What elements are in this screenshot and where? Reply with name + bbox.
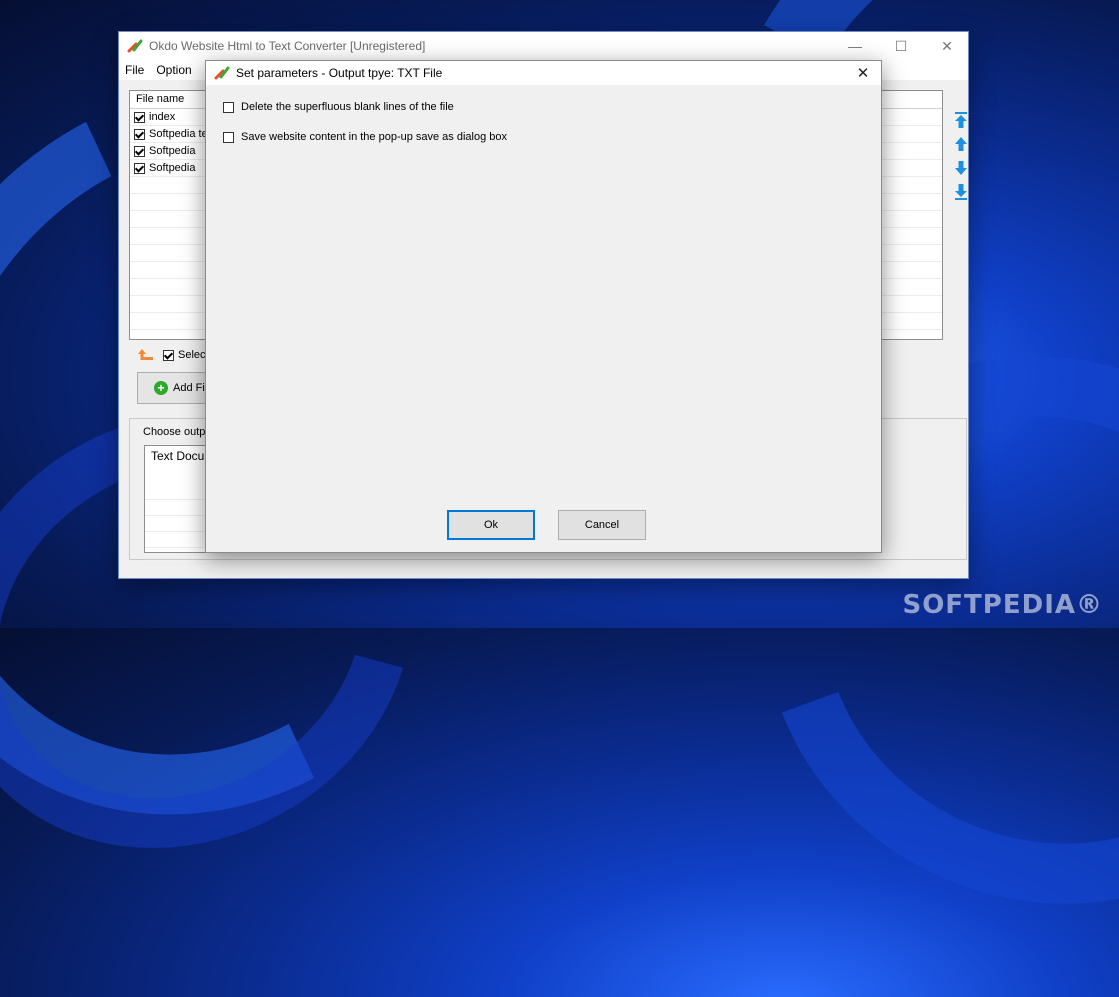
select-all-row: Selec bbox=[137, 348, 206, 362]
save-popup-dialog-checkbox[interactable] bbox=[223, 131, 234, 143]
row-checkbox[interactable] bbox=[134, 128, 145, 140]
output-type-list[interactable]: Text Docu bbox=[144, 445, 214, 564]
row-checkbox[interactable] bbox=[134, 111, 145, 123]
ok-button[interactable]: Ok bbox=[447, 510, 535, 540]
plus-icon: + bbox=[154, 381, 168, 395]
select-all-checkbox[interactable] bbox=[163, 349, 174, 361]
main-window-title: Okdo Website Html to Text Converter [Unr… bbox=[149, 39, 426, 53]
option-save-popup-dialog[interactable]: Save website content in the pop-up save … bbox=[223, 131, 507, 143]
reorder-controls bbox=[953, 110, 969, 206]
file-name: Softpedia te bbox=[149, 128, 208, 140]
file-name: index bbox=[149, 111, 176, 123]
dialog-title: Set parameters - Output tpye: TXT File bbox=[236, 66, 443, 80]
option-label: Delete the superfluous blank lines of th… bbox=[241, 101, 454, 113]
move-down-icon[interactable] bbox=[953, 158, 969, 178]
output-type-item[interactable]: Text Docu bbox=[151, 449, 204, 463]
cancel-button[interactable]: Cancel bbox=[558, 510, 646, 540]
dialog-titlebar[interactable]: Set parameters - Output tpye: TXT File ✕ bbox=[206, 61, 881, 85]
move-bottom-icon[interactable] bbox=[953, 182, 969, 202]
app-logo-icon bbox=[214, 66, 230, 80]
file-name: Softpedia bbox=[149, 162, 196, 174]
file-name: Softpedia bbox=[149, 145, 196, 157]
add-files-label: Add Fi bbox=[173, 382, 205, 394]
main-titlebar[interactable]: Okdo Website Html to Text Converter [Unr… bbox=[119, 32, 968, 60]
app-logo-icon bbox=[127, 39, 143, 53]
option-label: Save website content in the pop-up save … bbox=[241, 131, 508, 143]
move-top-icon[interactable] bbox=[953, 110, 969, 130]
minimize-button[interactable]: — bbox=[832, 32, 878, 60]
move-up-icon[interactable] bbox=[953, 134, 969, 154]
dialog-close-button[interactable]: ✕ bbox=[853, 63, 873, 83]
row-checkbox[interactable] bbox=[134, 162, 145, 174]
maximize-button[interactable]: ☐ bbox=[878, 32, 924, 60]
output-group-label: Choose outpu bbox=[143, 426, 212, 438]
menu-option[interactable]: Option bbox=[150, 63, 197, 77]
up-folder-icon[interactable] bbox=[137, 348, 155, 362]
option-delete-blank-lines[interactable]: Delete the superfluous blank lines of th… bbox=[223, 101, 454, 113]
watermark-logo: SOFTPEDIA® bbox=[902, 590, 1103, 620]
row-checkbox[interactable] bbox=[134, 145, 145, 157]
close-button[interactable]: ✕ bbox=[924, 32, 970, 60]
menu-file[interactable]: File bbox=[119, 63, 150, 77]
delete-blank-lines-checkbox[interactable] bbox=[223, 101, 234, 113]
select-all-label: Selec bbox=[178, 349, 206, 361]
set-parameters-dialog: Set parameters - Output tpye: TXT File ✕… bbox=[205, 60, 882, 553]
